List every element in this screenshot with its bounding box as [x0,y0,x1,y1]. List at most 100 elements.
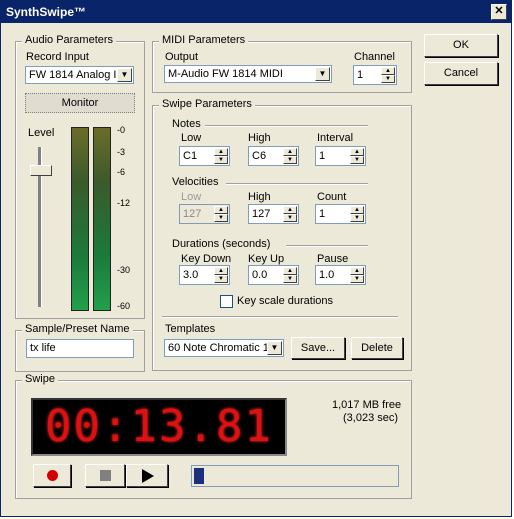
key-down-spinner[interactable]: 3.0 ▲ ▼ [179,265,230,285]
output-label: Output [165,51,199,63]
meter-tick: -6 [117,167,126,177]
midi-parameters-label: MIDI Parameters [159,34,249,46]
spin-up-icon[interactable]: ▲ [283,148,297,156]
play-button[interactable] [126,464,168,487]
templates-select[interactable]: 60 Note Chromatic 1 ▼ [164,339,284,357]
velocities-count-spinner[interactable]: 1 ▲ ▼ [315,204,366,224]
durations-separator [286,245,368,247]
velocities-high-label: High [248,191,271,203]
templates-label: Templates [165,323,216,335]
notes-separator [205,125,368,127]
monitor-button[interactable]: Monitor [25,93,135,113]
chevron-down-icon[interactable]: ▼ [117,68,132,82]
midi-output-value: M-Audio FW 1814 MIDI [168,68,283,80]
channel-spinner[interactable]: 1 ▲ ▼ [353,65,397,85]
spin-down-icon[interactable]: ▼ [283,275,297,283]
record-input-select[interactable]: FW 1814 Analog In ▼ [25,66,134,84]
notes-interval-value: 1 [319,150,326,162]
meter-tick: -3 [117,147,126,157]
notes-label: Notes [172,118,201,130]
spin-down-icon[interactable]: ▼ [214,275,228,283]
notes-low-label: Low [181,132,202,144]
notes-interval-spinner[interactable]: 1 ▲ ▼ [315,146,366,166]
template-value: 60 Note Chromatic 1 [168,342,267,354]
key-up-spinner[interactable]: 0.0 ▲ ▼ [248,265,299,285]
key-scale-checkbox[interactable] [220,295,233,308]
channel-value: 1 [357,69,364,81]
velocities-label: Velocities [172,176,219,188]
spin-down-icon[interactable]: ▼ [283,156,297,164]
record-button[interactable] [33,464,71,487]
chevron-down-icon[interactable]: ▼ [315,67,330,81]
notes-high-value: C6 [252,150,267,162]
pause-value: 1.0 [319,269,335,281]
velocities-high-spinner[interactable]: 127 ▲ ▼ [248,204,299,224]
save-button[interactable]: Save... [291,337,345,359]
level-meter-right [93,127,111,311]
spin-up-icon[interactable]: ▲ [214,148,228,156]
key-up-value: 0.0 [252,269,268,281]
spin-down-icon: ▼ [214,214,228,222]
audio-parameters-label: Audio Parameters [22,34,117,46]
spin-down-icon[interactable]: ▼ [350,214,364,222]
velocities-low-value: 127 [183,208,202,220]
window-title: SynthSwipe™ [6,5,87,19]
spin-down-icon[interactable]: ▼ [214,156,228,164]
notes-high-spinner[interactable]: C6 ▲ ▼ [248,146,299,166]
ok-button[interactable]: OK [424,34,498,57]
midi-output-select[interactable]: M-Audio FW 1814 MIDI ▼ [164,65,332,83]
free-space-text: 1,017 MB free [332,399,402,411]
velocities-separator [226,183,368,185]
velocities-high-value: 127 [252,208,271,220]
swipe-parameters-label: Swipe Parameters [159,98,255,110]
templates-separator [162,316,398,318]
key-down-value: 3.0 [183,269,199,281]
cancel-button[interactable]: Cancel [424,62,498,85]
spin-up-icon[interactable]: ▲ [283,206,297,214]
notes-low-value: C1 [183,150,198,162]
key-down-label: Key Down [181,253,232,265]
chevron-down-icon[interactable]: ▼ [267,341,282,355]
velocities-count-label: Count [317,191,347,203]
play-icon [142,469,154,483]
spin-down-icon[interactable]: ▼ [381,75,395,83]
durations-label: Durations (seconds) [172,238,271,250]
record-icon [47,470,58,481]
spin-up-icon[interactable]: ▲ [350,148,364,156]
spin-up-icon[interactable]: ▲ [214,267,228,275]
spin-up-icon[interactable]: ▲ [350,206,364,214]
pause-label: Pause [317,253,349,265]
meter-tick: -30 [117,265,131,275]
free-seconds-text: (3,023 sec) [343,412,399,424]
velocities-low-spinner: 127 ▲ ▼ [179,204,230,224]
swipe-progress-bar [191,465,399,487]
spin-down-icon[interactable]: ▼ [350,275,364,283]
channel-label: Channel [354,51,395,63]
level-meter-left [71,127,89,311]
level-label: Level [28,127,55,139]
title-bar: SynthSwipe™ ✕ [1,1,511,23]
spin-down-icon[interactable]: ▼ [283,214,297,222]
spin-up-icon[interactable]: ▲ [381,67,395,75]
time-display: 00:13.81 [31,398,287,456]
level-slider-thumb[interactable] [30,165,52,176]
stop-icon [100,470,111,481]
spin-down-icon[interactable]: ▼ [350,156,364,164]
swipe-progress-fill [194,468,204,484]
sample-name-input[interactable]: tx life [26,339,134,358]
notes-low-spinner[interactable]: C1 ▲ ▼ [179,146,230,166]
spin-up-icon: ▲ [214,206,228,214]
delete-button[interactable]: Delete [351,337,403,359]
meter-tick: -12 [117,198,131,208]
spin-up-icon[interactable]: ▲ [350,267,364,275]
pause-spinner[interactable]: 1.0 ▲ ▼ [315,265,366,285]
sample-name-label: Sample/Preset Name [22,323,133,335]
stop-button[interactable] [85,464,125,487]
close-icon[interactable]: ✕ [491,4,507,20]
key-up-label: Key Up [248,253,285,265]
record-input-label: Record Input [26,51,89,63]
meter-tick: -0 [117,125,126,135]
meter-tick: -60 [117,301,131,311]
spin-up-icon[interactable]: ▲ [283,267,297,275]
notes-high-label: High [248,132,271,144]
